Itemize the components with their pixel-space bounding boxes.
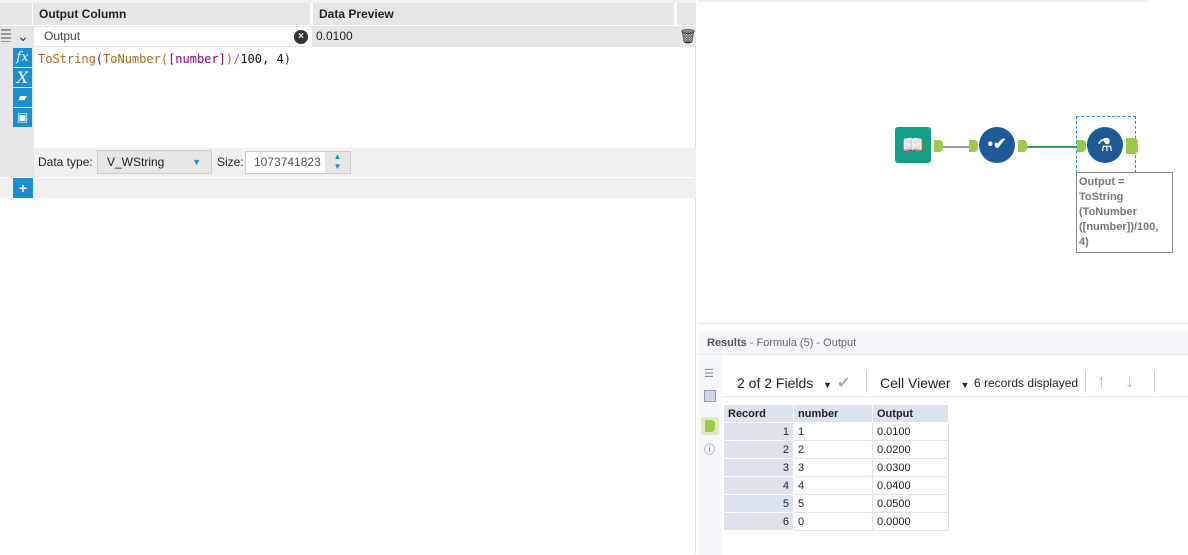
column-header-record[interactable]: Record [723,404,794,423]
divider [1085,371,1086,393]
dropdown-icon: ▼ [192,157,201,167]
output-cell[interactable]: 0.0400 [872,476,949,495]
tool-annotation: Output = ToString (ToNumber ([number])/1… [1076,172,1173,253]
table-row[interactable]: 2 2 0.0200 [723,440,949,459]
cell-viewer-selector[interactable]: Cell Viewer ▼ [880,375,969,391]
formula-tool-icon[interactable]: ⚗ [1087,127,1123,163]
function-icon[interactable]: fx [13,48,32,67]
header-spacer [0,3,33,25]
results-header: Results - Formula (5) - Output [698,331,1188,355]
size-stepper[interactable]: ▲ ▼ [325,152,350,173]
field-ref: [number] [168,52,226,66]
number-cell[interactable]: 0 [793,512,873,531]
data-icon [705,420,715,432]
results-panel: Results - Formula (5) - Output ☰ ⓘ 2 of … [698,323,1188,555]
size-label: Size: [217,155,244,169]
table-row[interactable]: 5 5 0.0500 [723,494,949,513]
output-cell[interactable]: 0.0000 [872,512,949,531]
canvas-top [698,0,1148,2]
size-value: 1073741823 [254,155,321,169]
number-cell[interactable]: 3 [793,458,873,477]
output-anchor[interactable] [1126,138,1138,154]
data-preview-value: 0.0100 [316,29,353,43]
toolbar-divider [722,396,1188,397]
add-formula-button[interactable]: + [13,178,33,198]
fn-tostring: ToString [38,52,96,66]
record-cell[interactable]: 1 [723,422,794,441]
paren: ) [283,52,291,66]
paren: ( [95,52,104,66]
results-subtitle: - Formula (5) - Output [749,337,857,349]
size-input[interactable]: 1073741823 ▲ ▼ [245,151,351,174]
connection-line [943,146,971,148]
results-title: Results [707,337,747,349]
record-cell[interactable]: 2 [723,440,794,459]
column-header-output[interactable]: Output [872,404,949,423]
records-count: 6 records displayed [974,376,1079,390]
args: 100, 4 [240,52,284,66]
fields-label: 2 of 2 Fields [737,375,814,391]
metadata-icon[interactable] [704,390,716,402]
record-cell[interactable]: 6 [723,512,794,531]
output-anchor[interactable] [1018,140,1027,152]
workflow-canvas[interactable]: 📖 •✔ ⚗ Output = ToString (ToNumber ([num… [698,0,1188,322]
data-type-label: Data type: [38,155,93,169]
column-header-number[interactable]: number [793,404,873,423]
dropdown-icon: ▼ [960,380,970,390]
divider [1154,371,1155,393]
expression-editor[interactable]: ToString(ToNumber([number])/100, 4) [38,52,291,66]
fields-selector[interactable]: 2 of 2 Fields ▼ [737,375,832,391]
data-preview-header: Data Preview [313,3,676,25]
output-cell[interactable]: 0.0500 [872,494,949,513]
output-column-header: Output Column [33,3,312,25]
table-row[interactable]: 1 1 0.0100 [723,422,949,441]
input-anchor[interactable] [1077,140,1086,152]
arrow-up-icon[interactable]: ↑ [1097,371,1106,392]
data-tab[interactable] [701,417,719,435]
data-type-select[interactable]: V_WString ▼ [97,150,212,174]
open-folder-icon[interactable]: ▰ [13,88,32,107]
select-tool-icon[interactable]: •✔ [979,127,1015,163]
input-anchor[interactable] [969,140,978,152]
paren: ( [160,52,169,66]
chevron-down-icon[interactable]: ⌄ [13,26,33,46]
number-cell[interactable]: 2 [793,440,873,459]
output-anchor[interactable] [934,140,943,152]
variable-icon[interactable]: X [13,68,32,87]
fn-tonumber: ToNumber [103,52,161,66]
header-end [677,3,696,25]
output-cell[interactable]: 0.0200 [872,440,949,459]
paren: ) [225,52,234,66]
add-row [0,178,696,198]
cell-viewer-label: Cell Viewer [880,375,951,391]
number-cell[interactable]: 5 [793,494,873,513]
arrow-down-icon[interactable]: ↓ [1125,371,1134,392]
table-row[interactable]: 4 4 0.0400 [723,476,949,495]
input-tool-icon[interactable]: 📖 [895,127,931,163]
output-cell[interactable]: 0.0100 [872,422,949,441]
clear-icon[interactable]: × [294,30,308,44]
connection-line [1027,146,1077,148]
help-icon[interactable]: ⓘ [704,441,715,457]
delete-icon[interactable]: 🗑 [679,28,697,45]
table-row[interactable]: 3 3 0.0300 [723,458,949,477]
save-icon[interactable]: ▣ [13,108,32,127]
number-cell[interactable]: 4 [793,476,873,495]
divider [866,371,867,393]
formula-panel: Output Column Data Preview ⌄ Output × 0.… [0,0,697,554]
gutter [0,47,12,177]
record-cell[interactable]: 3 [723,458,794,477]
record-cell[interactable]: 5 [723,494,794,513]
dropdown-icon: ▼ [823,380,833,390]
list-icon[interactable]: ☰ [704,367,714,380]
record-cell[interactable]: 4 [723,476,794,495]
results-table: Record number Output 1 1 0.0100 2 2 0.0200 3 3 0… [723,404,949,531]
drag-handle-icon[interactable] [1,29,11,42]
output-cell[interactable]: 0.0300 [872,458,949,477]
apply-check-icon[interactable]: ✔ [837,373,850,393]
table-row[interactable]: 6 0 0.0000 [723,512,949,531]
number-cell[interactable]: 1 [793,422,873,441]
output-field-input[interactable]: Output [34,27,312,46]
data-type-value: V_WString [107,155,165,169]
